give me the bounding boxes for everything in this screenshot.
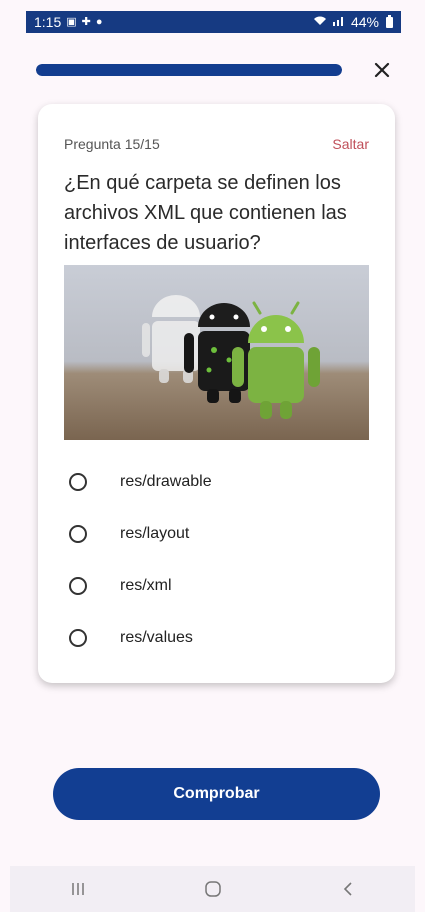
check-answer-button[interactable]: Comprobar bbox=[53, 768, 380, 820]
skip-button[interactable]: Saltar bbox=[332, 136, 369, 152]
system-nav-bar bbox=[10, 866, 415, 912]
option-label: res/values bbox=[120, 629, 193, 646]
back-button[interactable] bbox=[328, 874, 368, 904]
option-res-values[interactable]: res/values bbox=[64, 612, 369, 664]
radio-button[interactable] bbox=[69, 525, 87, 543]
chat-icon: ● bbox=[95, 15, 103, 28]
status-bar: 1:15 ▣ ✚ ● 44% bbox=[26, 11, 401, 33]
gallery-icon: ▣ bbox=[66, 15, 77, 28]
game-icon: ✚ bbox=[81, 15, 91, 28]
signal-icon bbox=[332, 15, 346, 29]
option-res-layout[interactable]: res/layout bbox=[64, 508, 369, 560]
option-label: res/layout bbox=[120, 525, 190, 542]
close-button[interactable] bbox=[366, 54, 398, 86]
recents-icon bbox=[71, 883, 84, 895]
recents-button[interactable] bbox=[58, 874, 98, 904]
back-icon bbox=[343, 882, 352, 896]
home-button[interactable] bbox=[193, 874, 233, 904]
question-text: ¿En qué carpeta se definen los archivos … bbox=[64, 172, 347, 254]
battery-percent: 44% bbox=[350, 14, 379, 30]
quiz-progress-fill bbox=[36, 64, 342, 76]
answer-options: res/drawable res/layout res/xml res/valu… bbox=[64, 456, 369, 664]
option-res-drawable[interactable]: res/drawable bbox=[64, 456, 369, 508]
wifi-icon bbox=[313, 15, 327, 29]
radio-button[interactable] bbox=[69, 577, 87, 595]
home-icon bbox=[204, 881, 221, 897]
question-card: Pregunta 15/15 Saltar ¿En qué carpeta se… bbox=[38, 104, 395, 683]
question-counter: Pregunta 15/15 bbox=[64, 136, 160, 152]
option-label: res/drawable bbox=[120, 473, 212, 490]
battery-icon bbox=[386, 14, 393, 28]
radio-button[interactable] bbox=[69, 629, 87, 647]
status-time: 1:15 bbox=[34, 14, 62, 30]
option-res-xml[interactable]: res/xml bbox=[64, 560, 369, 612]
radio-button[interactable] bbox=[69, 473, 87, 491]
close-icon bbox=[374, 62, 390, 78]
quiz-progress-bar bbox=[36, 64, 342, 76]
option-label: res/xml bbox=[120, 577, 172, 594]
android-figures-image bbox=[64, 265, 369, 440]
